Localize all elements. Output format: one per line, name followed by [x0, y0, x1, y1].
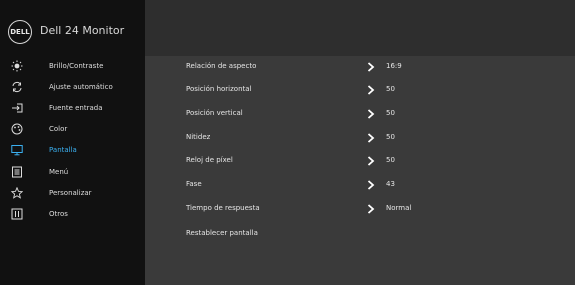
setting-row-posicion-vertical[interactable]: Posición vertical 50	[145, 105, 575, 123]
setting-row-reloj-pixel[interactable]: Reloj de píxel 50	[145, 152, 575, 170]
osd-header-strip	[145, 0, 575, 56]
setting-label: Relación de aspecto	[186, 62, 257, 70]
sidebar-item-label: Fuente entrada	[49, 104, 103, 112]
sidebar-item-label: Otros	[49, 210, 68, 218]
input-source-icon	[12, 103, 23, 113]
sidebar-item-pantalla[interactable]: Pantalla	[0, 140, 145, 160]
display-icon	[11, 145, 23, 156]
setting-row-fase[interactable]: Fase 43	[145, 176, 575, 194]
sidebar-item-otros[interactable]: Otros	[0, 204, 145, 224]
sidebar-item-label: Brillo/Contraste	[49, 62, 104, 70]
setting-label: Reloj de píxel	[186, 156, 233, 164]
setting-value: 50	[386, 85, 395, 93]
star-icon	[11, 187, 23, 199]
color-icon	[11, 123, 23, 135]
setting-row-relacion-aspecto[interactable]: Relación de aspecto 16:9	[145, 58, 575, 76]
setting-row-posicion-horizontal[interactable]: Posición horizontal 50	[145, 81, 575, 99]
setting-value: 50	[386, 133, 395, 141]
chevron-right-icon	[367, 109, 375, 119]
setting-label: Tiempo de respuesta	[186, 204, 260, 212]
chevron-right-icon	[367, 180, 375, 190]
chevron-right-icon	[367, 85, 375, 95]
setting-value: Normal	[386, 204, 412, 212]
sidebar-item-label: Ajuste automático	[49, 83, 113, 91]
sidebar-item-color[interactable]: Color	[0, 119, 145, 139]
sidebar-item-personalizar[interactable]: Personalizar	[0, 183, 145, 203]
setting-row-restablecer-pantalla[interactable]: Restablecer pantalla	[145, 225, 575, 243]
others-icon	[11, 208, 23, 220]
logo-text: DELL	[10, 28, 30, 36]
setting-label: Fase	[186, 180, 202, 188]
sidebar-item-label: Pantalla	[49, 146, 77, 154]
sidebar-item-label: Personalizar	[49, 189, 92, 197]
setting-label: Nitidez	[186, 133, 211, 141]
setting-label: Posición horizontal	[186, 85, 252, 93]
sidebar-item-ajuste-automatico[interactable]: Ajuste automático	[0, 77, 145, 97]
menu-icon	[12, 166, 22, 178]
dell-logo: DELL	[8, 20, 32, 44]
brightness-icon	[11, 60, 23, 72]
chevron-right-icon	[367, 133, 375, 143]
chevron-right-icon	[367, 204, 375, 214]
sidebar-item-label: Color	[49, 125, 68, 133]
setting-value: 50	[386, 109, 395, 117]
sidebar-item-label: Menú	[49, 168, 69, 176]
setting-value: 43	[386, 180, 395, 188]
setting-label: Restablecer pantalla	[186, 229, 258, 237]
setting-row-nitidez[interactable]: Nitidez 50	[145, 129, 575, 147]
chevron-right-icon	[367, 62, 375, 72]
sidebar-item-fuente-entrada[interactable]: Fuente entrada	[0, 98, 145, 118]
monitor-model-title: Dell 24 Monitor	[40, 24, 125, 37]
setting-label: Posición vertical	[186, 109, 243, 117]
auto-adjust-icon	[12, 81, 22, 93]
sidebar-item-menu[interactable]: Menú	[0, 162, 145, 182]
chevron-right-icon	[367, 156, 375, 166]
setting-row-tiempo-respuesta[interactable]: Tiempo de respuesta Normal	[145, 200, 575, 218]
monitor-osd: DELL Dell 24 Monitor Brillo/Contraste Aj…	[0, 0, 575, 285]
sidebar-item-brillo-contraste[interactable]: Brillo/Contraste	[0, 56, 145, 76]
setting-value: 50	[386, 156, 395, 164]
setting-value: 16:9	[386, 62, 402, 70]
